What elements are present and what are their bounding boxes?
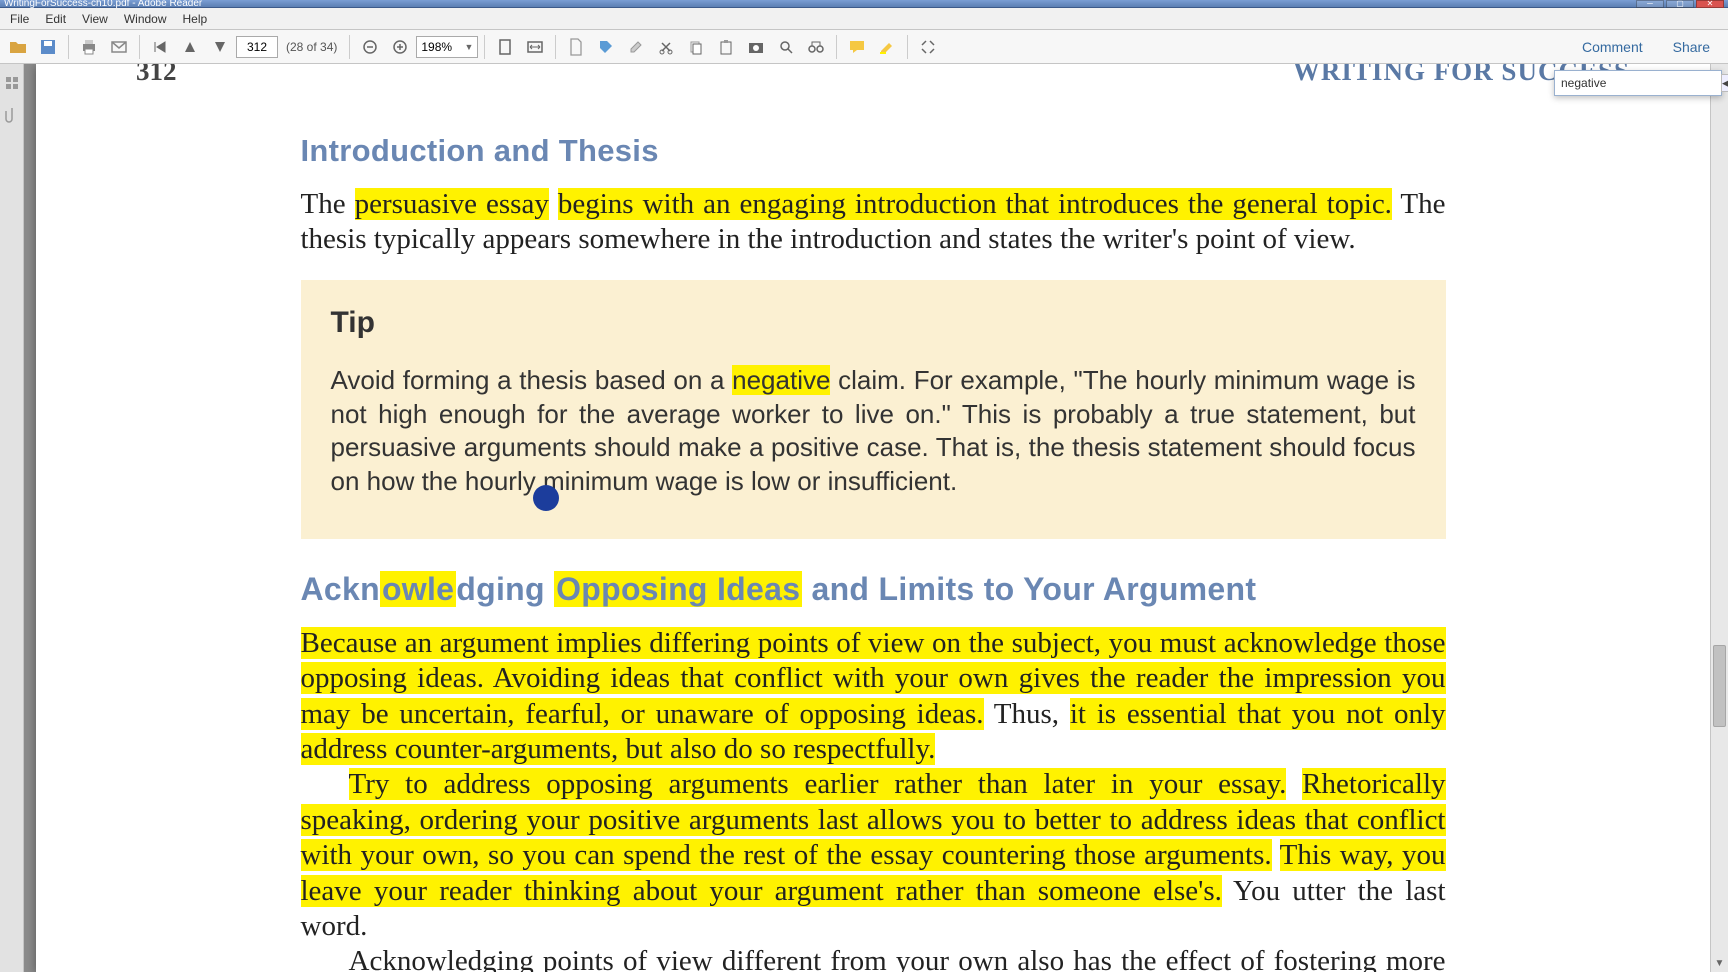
text: Acknowledging points of view different f… (301, 945, 1446, 972)
search-button[interactable] (772, 33, 800, 61)
zoom-select[interactable]: 198% ▼ (416, 36, 478, 58)
separator (349, 35, 350, 59)
fit-width-button[interactable] (521, 33, 549, 61)
title-bar: WritingForSuccess-ch10.pdf - Adobe Reade… (0, 0, 1728, 8)
text: Avoid forming a thesis based on a (331, 365, 733, 395)
page-content: Introduction and Thesis The persuasive e… (301, 133, 1446, 972)
separator (555, 35, 556, 59)
minimize-button[interactable]: ─ (1636, 0, 1664, 8)
print-button[interactable] (75, 33, 103, 61)
scroll-thumb[interactable] (1713, 645, 1726, 727)
tip-paragraph: Avoid forming a thesis based on a negati… (331, 364, 1416, 499)
new-doc-button[interactable] (562, 33, 590, 61)
zoom-in-button[interactable] (386, 33, 414, 61)
menu-view[interactable]: View (74, 10, 116, 28)
chevron-down-icon: ▼ (464, 42, 473, 52)
close-button[interactable]: ✕ (1696, 0, 1724, 8)
paragraph-opposing-1: Because an argument implies differing po… (301, 626, 1446, 768)
eraser-button[interactable] (622, 33, 650, 61)
menu-edit[interactable]: Edit (37, 10, 74, 28)
pdf-page: 312 WRITING FOR SUCCESS Introduction and… (36, 64, 1710, 972)
text: dging (456, 571, 554, 607)
paragraph-opposing-2: Try to address opposing arguments earlie… (301, 767, 1446, 944)
read-mode-button[interactable] (914, 33, 942, 61)
vertical-scrollbar[interactable]: ▲ ▼ (1710, 64, 1728, 972)
zoom-out-button[interactable] (356, 33, 384, 61)
window-controls: ─ ▢ ✕ (1636, 0, 1724, 8)
tip-box: Tip Avoid forming a thesis based on a ne… (301, 280, 1446, 539)
share-panel-link[interactable]: Share (1659, 39, 1724, 55)
open-file-button[interactable] (4, 33, 32, 61)
cursor-dot-icon (533, 485, 559, 511)
highlight-button[interactable] (873, 33, 901, 61)
heading-introduction: Introduction and Thesis (301, 133, 1446, 169)
separator (907, 35, 908, 59)
page-number-display: 312 (136, 64, 177, 87)
separator (139, 35, 140, 59)
fit-page-button[interactable] (491, 33, 519, 61)
highlight-search-hit: negative (732, 365, 830, 395)
text: and Limits to Your Argument (802, 571, 1256, 607)
page-count-label: (28 of 34) (286, 40, 337, 54)
thumbnails-icon[interactable] (3, 74, 21, 92)
save-button[interactable] (34, 33, 62, 61)
text (1272, 839, 1280, 871)
tag-button[interactable] (592, 33, 620, 61)
comment-panel-link[interactable]: Comment (1568, 39, 1657, 55)
paragraph-intro: The persuasive essay begins with an enga… (301, 187, 1446, 258)
find-prev-button[interactable]: ◀ (1721, 74, 1728, 92)
prev-page-button[interactable] (176, 33, 204, 61)
heading-opposing: Acknowledging Opposing Ideas and Limits … (301, 571, 1446, 608)
menu-file[interactable]: File (2, 10, 37, 28)
highlight: Try to address opposing arguments earlie… (349, 768, 1287, 800)
first-page-button[interactable] (146, 33, 174, 61)
separator (68, 35, 69, 59)
text: The (301, 188, 355, 220)
tip-title: Tip (331, 306, 1416, 340)
separator (836, 35, 837, 59)
highlight: Opposing Ideas (554, 571, 802, 607)
page-header: 312 WRITING FOR SUCCESS (36, 64, 1710, 87)
next-page-button[interactable] (206, 33, 234, 61)
highlight: persuasive essay (355, 188, 549, 220)
menu-window[interactable]: Window (116, 10, 175, 28)
text (549, 188, 558, 220)
snapshot-button[interactable] (742, 33, 770, 61)
separator (484, 35, 485, 59)
document-area: 312 WRITING FOR SUCCESS Introduction and… (24, 64, 1728, 972)
page-number-input[interactable] (236, 36, 278, 58)
email-button[interactable] (105, 33, 133, 61)
highlight: owle (380, 571, 456, 607)
attachments-icon[interactable] (3, 106, 21, 124)
menu-bar: File Edit View Window Help (0, 8, 1728, 30)
text (1286, 768, 1302, 800)
side-panel-strip (0, 64, 24, 972)
find-input[interactable] (1557, 76, 1720, 90)
binoculars-button[interactable] (802, 33, 830, 61)
menu-help[interactable]: Help (175, 10, 216, 28)
paragraph-opposing-3: Acknowledging points of view different f… (301, 944, 1446, 972)
text: Thus, (984, 698, 1070, 730)
scroll-down-button[interactable]: ▼ (1711, 954, 1728, 972)
copy-button[interactable] (682, 33, 710, 61)
maximize-button[interactable]: ▢ (1666, 0, 1694, 8)
window-title: WritingForSuccess-ch10.pdf - Adobe Reade… (4, 0, 1636, 9)
paste-button[interactable] (712, 33, 740, 61)
tool-bar: (28 of 34) 198% ▼ Comment Share (0, 30, 1728, 64)
text: Ackn (301, 571, 380, 607)
zoom-value: 198% (421, 40, 452, 54)
sticky-note-button[interactable] (843, 33, 871, 61)
cut-button[interactable] (652, 33, 680, 61)
find-bar: ◀ ▶ ✕ (1554, 70, 1722, 96)
highlight: begins with an engaging introduction tha… (558, 188, 1392, 220)
